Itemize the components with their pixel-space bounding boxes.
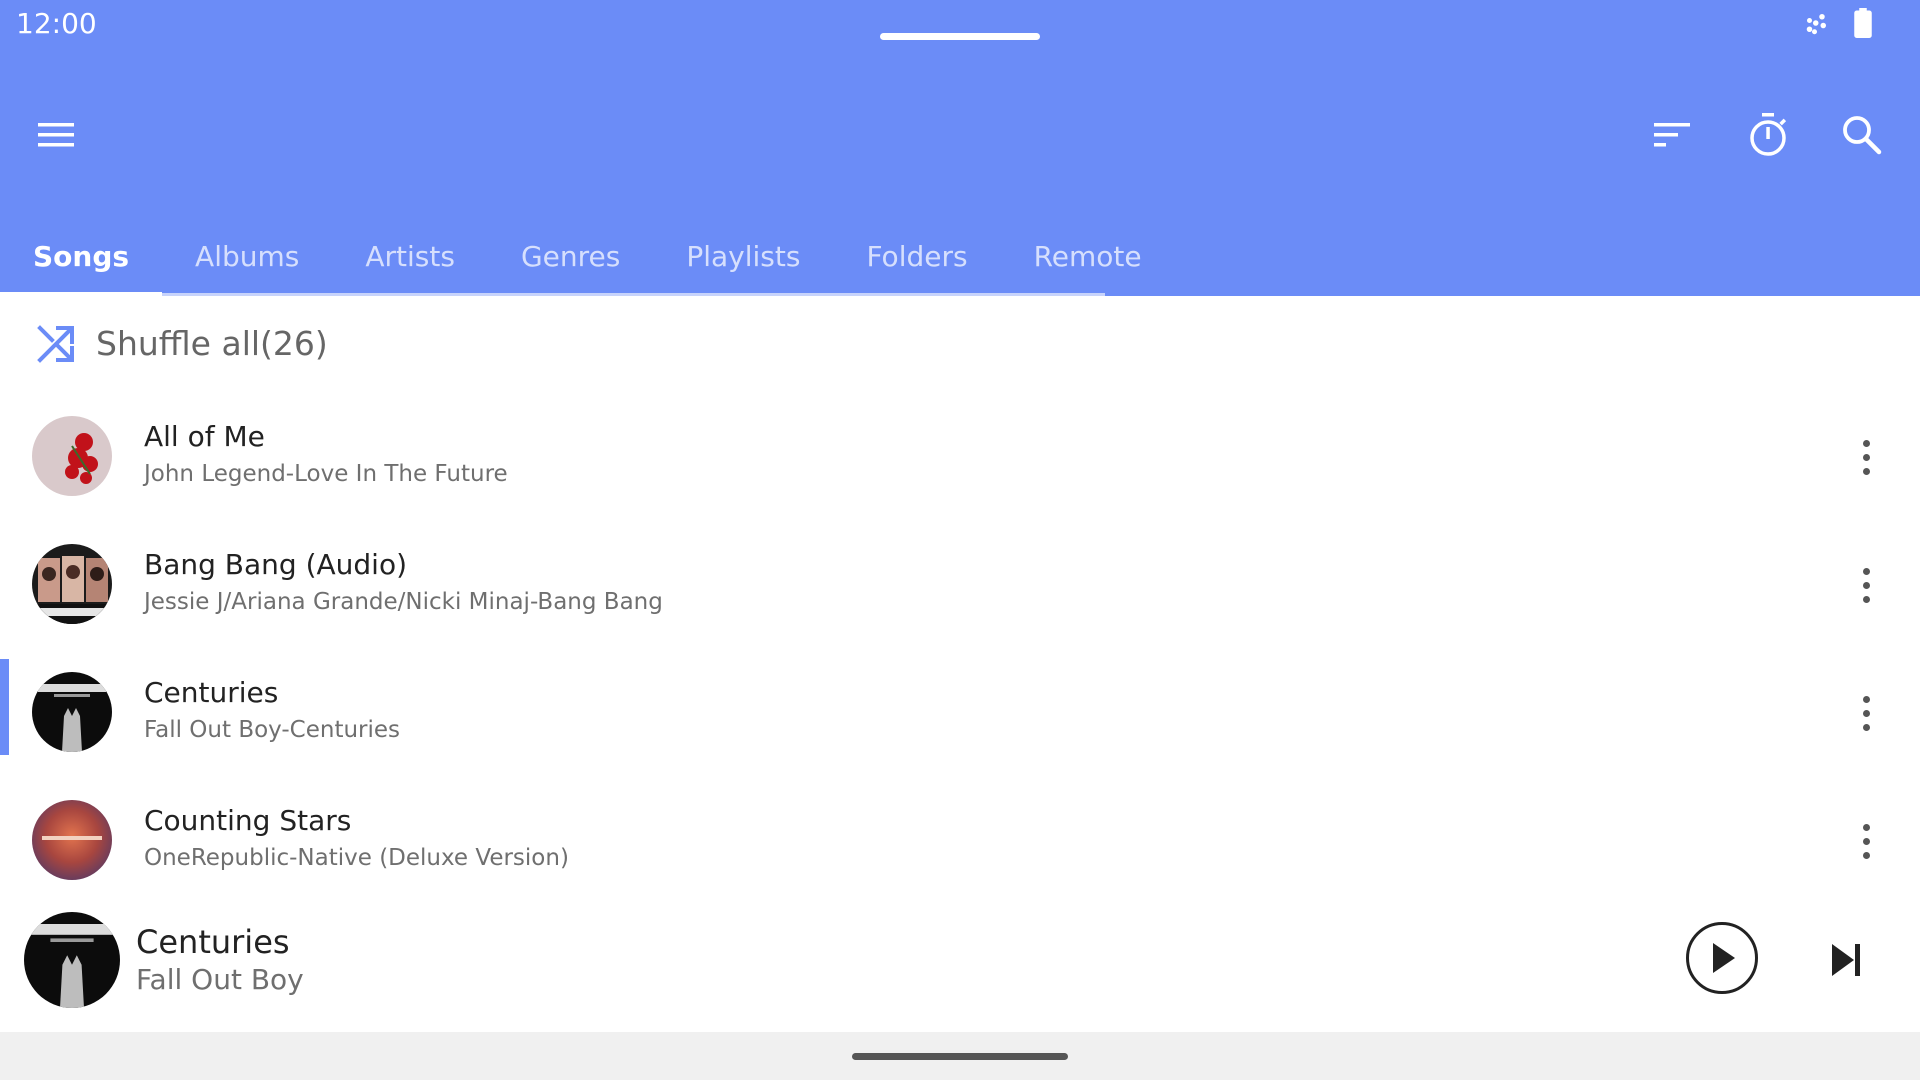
search-icon xyxy=(1843,116,1882,155)
more-options-button[interactable] xyxy=(1842,817,1890,865)
status-time: 12:00 xyxy=(16,7,97,40)
system-nav-bar xyxy=(0,1032,1920,1080)
tab-label: Playlists xyxy=(686,239,801,273)
more-vert-icon xyxy=(1862,695,1870,703)
tab-label: Songs xyxy=(33,239,130,273)
mini-player[interactable]: Centuries Fall Out Boy xyxy=(0,902,1920,1030)
tab-bar: Songs Albums Artists Genres Playlists Fo… xyxy=(0,216,1175,296)
song-artist-album: Jessie J/Ariana Grande/Nicki Minaj-Bang … xyxy=(144,589,663,615)
tab-label: Albums xyxy=(195,239,300,273)
more-vert-icon xyxy=(1862,823,1870,831)
music-player-screen: 12:00 Songs Albums Artists Genres Playli… xyxy=(0,0,1920,1080)
song-row[interactable]: All of Me John Legend-Love In The Future xyxy=(0,397,1920,525)
album-art xyxy=(32,800,112,880)
now-playing-title: Centuries xyxy=(136,923,290,961)
tab-label: Artists xyxy=(365,239,455,273)
shuffle-all-label: Shuffle all(26) xyxy=(96,324,328,363)
more-options-button[interactable] xyxy=(1842,433,1890,481)
tab-remote[interactable]: Remote xyxy=(1001,216,1175,296)
shuffle-icon xyxy=(37,325,74,363)
more-vert-icon xyxy=(1862,581,1870,589)
more-vert-icon xyxy=(1862,709,1870,717)
song-title: Centuries xyxy=(144,676,279,709)
song-title: All of Me xyxy=(144,420,265,453)
drag-handle[interactable] xyxy=(880,33,1040,40)
skip-next-icon xyxy=(1832,944,1860,976)
skip-next-button[interactable] xyxy=(1822,936,1870,984)
sort-icon xyxy=(1654,123,1690,147)
tab-artists[interactable]: Artists xyxy=(332,216,488,296)
song-title: Counting Stars xyxy=(144,804,352,837)
tab-songs[interactable]: Songs xyxy=(0,216,163,296)
song-artist-album: John Legend-Love In The Future xyxy=(144,461,508,487)
data-saver-icon xyxy=(1802,8,1832,38)
more-vert-icon xyxy=(1862,567,1870,575)
tab-label: Folders xyxy=(866,239,968,273)
shuffle-all-button[interactable]: Shuffle all(26) xyxy=(0,302,1920,384)
now-playing-album-art xyxy=(24,912,120,1008)
now-playing-artist: Fall Out Boy xyxy=(136,963,304,996)
more-vert-icon xyxy=(1862,453,1870,461)
more-vert-icon xyxy=(1862,439,1870,447)
tab-genres[interactable]: Genres xyxy=(488,216,653,296)
tab-albums[interactable]: Albums xyxy=(162,216,332,296)
song-title: Bang Bang (Audio) xyxy=(144,548,408,581)
more-options-button[interactable] xyxy=(1842,689,1890,737)
tab-playlists[interactable]: Playlists xyxy=(653,216,833,296)
album-art xyxy=(32,544,112,624)
album-art xyxy=(32,672,112,752)
tab-folders[interactable]: Folders xyxy=(833,216,1000,296)
status-icons xyxy=(1802,8,1872,38)
app-header: 12:00 Songs Albums Artists Genres Playli… xyxy=(0,0,1920,296)
sleep-timer-button[interactable] xyxy=(1740,107,1796,163)
more-options-button[interactable] xyxy=(1842,561,1890,609)
more-vert-icon xyxy=(1862,851,1870,859)
menu-button[interactable] xyxy=(28,107,84,163)
album-art xyxy=(32,416,112,496)
sort-button[interactable] xyxy=(1644,107,1700,163)
more-vert-icon xyxy=(1862,467,1870,475)
song-row-current[interactable]: Centuries Fall Out Boy-Centuries xyxy=(0,653,1920,781)
tab-label: Genres xyxy=(520,239,621,273)
hamburger-menu-icon xyxy=(38,123,74,147)
play-icon xyxy=(1713,943,1735,973)
search-button[interactable] xyxy=(1834,107,1890,163)
song-row[interactable]: Bang Bang (Audio) Jessie J/Ariana Grande… xyxy=(0,525,1920,653)
song-row[interactable]: Counting Stars OneRepublic-Native (Delux… xyxy=(0,781,1920,909)
home-gesture-handle[interactable] xyxy=(852,1053,1068,1060)
song-artist-album: Fall Out Boy-Centuries xyxy=(144,717,401,743)
more-vert-icon xyxy=(1862,723,1870,731)
more-vert-icon xyxy=(1862,837,1870,845)
play-button[interactable] xyxy=(1686,922,1758,994)
more-vert-icon xyxy=(1862,595,1870,603)
tab-label: Remote xyxy=(1033,239,1142,273)
song-list: All of Me John Legend-Love In The Future xyxy=(0,397,1920,909)
battery-icon xyxy=(1854,8,1872,38)
sleep-timer-icon xyxy=(1750,113,1787,156)
song-artist-album: OneRepublic-Native (Deluxe Version) xyxy=(144,845,569,871)
